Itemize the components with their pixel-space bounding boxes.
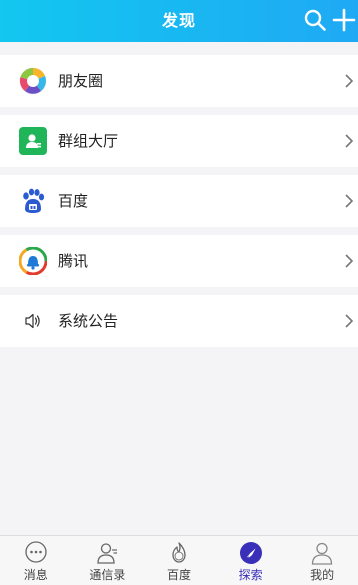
list-item-label: 群组大厅 bbox=[58, 132, 119, 150]
baidu-paw-icon bbox=[23, 188, 45, 213]
bottom-tab-bar: 消息 通信录 百度 探索 我的 bbox=[0, 535, 358, 585]
chevron-right-icon bbox=[345, 254, 354, 268]
tab-contacts[interactable]: 通信录 bbox=[72, 536, 144, 585]
list-item-tencent[interactable]: 腾讯 bbox=[0, 235, 358, 287]
compass-icon bbox=[239, 542, 262, 564]
top-nav-bar: 发现 bbox=[0, 0, 358, 42]
list-item-group-hall[interactable]: 群组大厅 bbox=[0, 115, 358, 167]
list-item-baidu[interactable]: 百度 bbox=[0, 175, 358, 227]
list-item-label: 腾讯 bbox=[58, 252, 89, 270]
tab-label: 探索 bbox=[238, 568, 263, 582]
tab-label: 通信录 bbox=[89, 568, 126, 582]
add-icon[interactable] bbox=[332, 8, 356, 32]
hot-flame-icon bbox=[172, 542, 186, 563]
tab-me[interactable]: 我的 bbox=[286, 536, 358, 585]
chevron-right-icon bbox=[345, 134, 354, 148]
speaker-icon bbox=[25, 313, 40, 329]
search-icon[interactable] bbox=[303, 8, 327, 32]
tab-label: 我的 bbox=[310, 568, 335, 582]
discover-list: 朋友圈 群组大厅 百度 腾讯 系统公告 bbox=[0, 42, 358, 347]
tab-label: 百度 bbox=[166, 568, 191, 582]
user-profile-icon bbox=[312, 542, 333, 565]
contacts-icon bbox=[97, 543, 118, 564]
list-item-moments[interactable]: 朋友圈 bbox=[0, 55, 358, 107]
tab-explore[interactable]: 探索 bbox=[215, 536, 287, 585]
chevron-right-icon bbox=[345, 194, 354, 208]
tencent-news-icon bbox=[19, 247, 47, 275]
list-item-label: 百度 bbox=[58, 192, 89, 210]
list-item-label: 系统公告 bbox=[58, 312, 119, 330]
group-hall-icon bbox=[19, 127, 47, 155]
chevron-right-icon bbox=[345, 74, 354, 88]
list-item-label: 朋友圈 bbox=[58, 72, 104, 90]
tab-label: 消息 bbox=[23, 568, 48, 582]
list-item-system-notice[interactable]: 系统公告 bbox=[0, 295, 358, 347]
chevron-right-icon bbox=[345, 314, 354, 328]
tab-baidu[interactable]: 百度 bbox=[143, 536, 215, 585]
chat-bubble-icon bbox=[25, 541, 47, 563]
moments-aperture-icon bbox=[19, 67, 47, 95]
tab-messages[interactable]: 消息 bbox=[0, 536, 72, 585]
